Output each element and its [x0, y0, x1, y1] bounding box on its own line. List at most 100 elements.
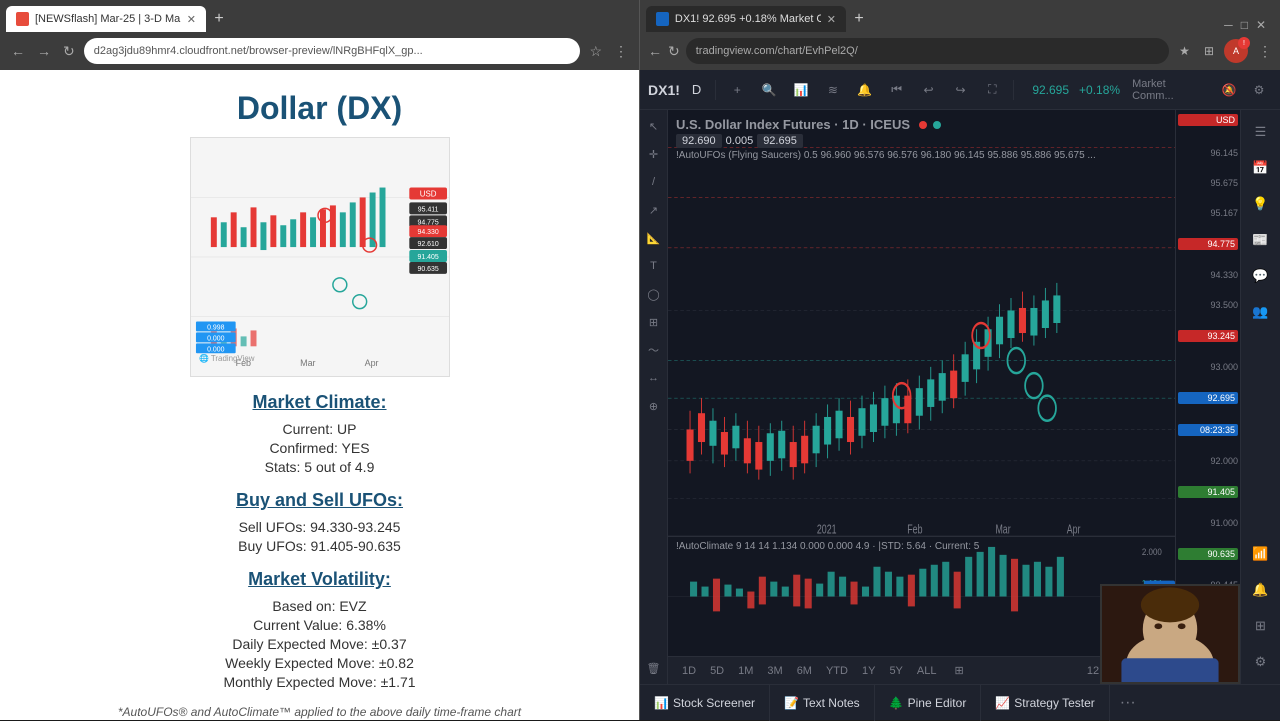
period-1m[interactable]: 1M	[732, 663, 759, 679]
period-5d[interactable]: 5D	[704, 663, 730, 679]
period-5y[interactable]: 5Y	[883, 663, 908, 679]
bookmark-button[interactable]: ☆	[586, 40, 605, 63]
right-tab-close[interactable]: ✕	[827, 13, 836, 26]
line-tool-icon[interactable]: /	[642, 170, 666, 194]
pine-editor-button[interactable]: 🌲 Pine Editor	[875, 685, 982, 721]
close-window-button[interactable]: ✕	[1256, 18, 1266, 32]
watchlist-icon[interactable]: ☰	[1247, 118, 1275, 146]
tv-change: +0.18%	[1079, 83, 1120, 97]
ideas-icon[interactable]: 💡	[1247, 190, 1275, 218]
wifi-icon[interactable]: 📶	[1247, 540, 1275, 568]
bell-icon[interactable]: 🔔	[1247, 576, 1275, 604]
tv-back-button[interactable]: ⏮	[884, 77, 910, 103]
back-button[interactable]: ←	[8, 40, 28, 62]
text-icon[interactable]: T	[642, 254, 666, 278]
left-new-tab-button[interactable]: +	[206, 6, 232, 32]
people-icon[interactable]: 👥	[1247, 298, 1275, 326]
grid-icon[interactable]: ⊞	[1247, 612, 1275, 640]
pattern-icon[interactable]: ⊞	[642, 310, 666, 334]
period-1y[interactable]: 1Y	[856, 663, 881, 679]
right-url-input[interactable]: tradingview.com/chart/EvhPel2Q/	[686, 38, 1169, 64]
right-reload-button[interactable]: ↻	[668, 43, 680, 60]
live-indicator-green	[933, 121, 941, 129]
tv-alert-button[interactable]: 🔔	[852, 77, 878, 103]
maximize-button[interactable]: □	[1241, 18, 1248, 32]
strategy-tester-button[interactable]: 📈 Strategy Tester	[981, 685, 1109, 721]
measure-icon[interactable]: ↔	[642, 366, 666, 390]
svg-text:92.610: 92.610	[417, 241, 438, 248]
svg-text:Mar: Mar	[995, 523, 1010, 536]
main-chart-svg: 2021 Feb Mar Apr	[668, 110, 1175, 536]
period-1d[interactable]: 1D	[676, 663, 702, 679]
cursor-icon[interactable]: ↖	[642, 114, 666, 138]
live-indicator-red	[919, 121, 927, 129]
period-3m[interactable]: 3M	[761, 663, 788, 679]
period-all[interactable]: ALL	[911, 663, 943, 679]
tv-notifications-button[interactable]: 🔕	[1216, 77, 1242, 103]
right-extensions-button[interactable]: ⊞	[1200, 44, 1218, 58]
trash-icon[interactable]: 🗑	[642, 656, 666, 680]
calendar-icon[interactable]: 📅	[1247, 154, 1275, 182]
tv-redo-button[interactable]: ↪	[948, 77, 974, 103]
stock-screener-icon: 📊	[654, 696, 669, 710]
tv-indicator-button[interactable]: ≋	[820, 77, 846, 103]
sidebar-settings-icon[interactable]: ⚙	[1247, 648, 1275, 676]
period-ytd[interactable]: YTD	[820, 663, 854, 679]
right-active-tab[interactable]: DX1! 92.695 +0.18% Market C... ✕	[646, 6, 846, 32]
tv-market-comm[interactable]: Market Comm...	[1132, 78, 1210, 102]
right-bookmark-button[interactable]: ★	[1175, 44, 1194, 58]
profile-avatar[interactable]: A !	[1224, 39, 1248, 63]
left-browser-chrome: [NEWSflash] Mar-25 | 3-D Mar... ✕ + ← → …	[0, 0, 639, 70]
volatility-based-on: Based on: EVZ	[40, 598, 599, 614]
menu-button[interactable]: ⋮	[611, 40, 631, 63]
svg-text:94.775: 94.775	[417, 219, 438, 226]
reload-button[interactable]: ↻	[60, 40, 78, 63]
price-94775: 94.775	[1178, 238, 1238, 250]
left-address-bar: ← → ↻ d2ag3jdu89hmr4.cloudfront.net/brow…	[0, 32, 639, 70]
text-notes-label: Text Notes	[803, 696, 860, 710]
stock-screener-label: Stock Screener	[673, 696, 755, 710]
tv-chart-type-button[interactable]: 📊	[788, 77, 814, 103]
compare-button[interactable]: ⊞	[948, 662, 969, 679]
right-back-button[interactable]: ←	[648, 43, 662, 59]
tv-undo-button[interactable]: ↩	[916, 77, 942, 103]
news-icon[interactable]: 📰	[1247, 226, 1275, 254]
left-url-input[interactable]: d2ag3jdu89hmr4.cloudfront.net/browser-pr…	[84, 38, 581, 64]
right-menu-button[interactable]: ⋮	[1254, 43, 1272, 60]
volatility-title: Market Volatility:	[40, 569, 599, 590]
shape-icon[interactable]: ◯	[642, 282, 666, 306]
svg-text:94.330: 94.330	[417, 229, 438, 236]
stock-screener-button[interactable]: 📊 Stock Screener	[640, 685, 770, 721]
volatility-monthly: Monthly Expected Move: ±1.71	[40, 674, 599, 690]
zoom-icon[interactable]: ⊕	[642, 394, 666, 418]
svg-text:0.000: 0.000	[207, 346, 225, 353]
crosshair-icon[interactable]: ✛	[642, 142, 666, 166]
tv-add-button[interactable]: +	[724, 77, 750, 103]
price-time: 08:23:35	[1178, 424, 1238, 436]
tv-symbol[interactable]: DX1!	[648, 82, 680, 98]
svg-text:🌐 TradingView: 🌐 TradingView	[198, 353, 254, 363]
tv-search-button[interactable]: 🔍	[756, 77, 782, 103]
fibonacci-icon[interactable]: 〜	[642, 338, 666, 362]
tv-fullscreen-button[interactable]: ⛶	[979, 77, 1005, 103]
tv-timeframe-d[interactable]: D	[686, 80, 707, 99]
webcam-svg	[1102, 584, 1238, 684]
left-active-tab[interactable]: [NEWSflash] Mar-25 | 3-D Mar... ✕	[6, 6, 206, 32]
more-tools-button[interactable]: ···	[1110, 685, 1146, 721]
trend-icon[interactable]: ↗	[642, 198, 666, 222]
period-6m[interactable]: 6M	[791, 663, 818, 679]
tv-settings-button[interactable]: ⚙	[1246, 77, 1272, 103]
candlestick-chart[interactable]: U.S. Dollar Index Futures · 1D · ICEUS 9…	[668, 110, 1175, 536]
svg-text:0.998: 0.998	[207, 324, 225, 331]
right-new-tab-button[interactable]: +	[846, 6, 872, 32]
text-notes-button[interactable]: 📝 Text Notes	[770, 685, 875, 721]
chat-icon[interactable]: 💬	[1247, 262, 1275, 290]
svg-text:0.000: 0.000	[207, 335, 225, 342]
forward-button[interactable]: →	[34, 40, 54, 62]
ruler-icon[interactable]: 📐	[642, 226, 666, 250]
left-tab-close[interactable]: ✕	[187, 13, 196, 26]
sell-ufos: Sell UFOs: 94.330-93.245	[40, 519, 599, 535]
right-browser: DX1! 92.695 +0.18% Market C... ✕ + ─ □ ✕…	[640, 0, 1280, 720]
right-sidebar: ☰ 📅 💡 📰 💬 👥 📶 🔔 ⊞ ⚙	[1240, 110, 1280, 684]
minimize-button[interactable]: ─	[1224, 18, 1233, 32]
